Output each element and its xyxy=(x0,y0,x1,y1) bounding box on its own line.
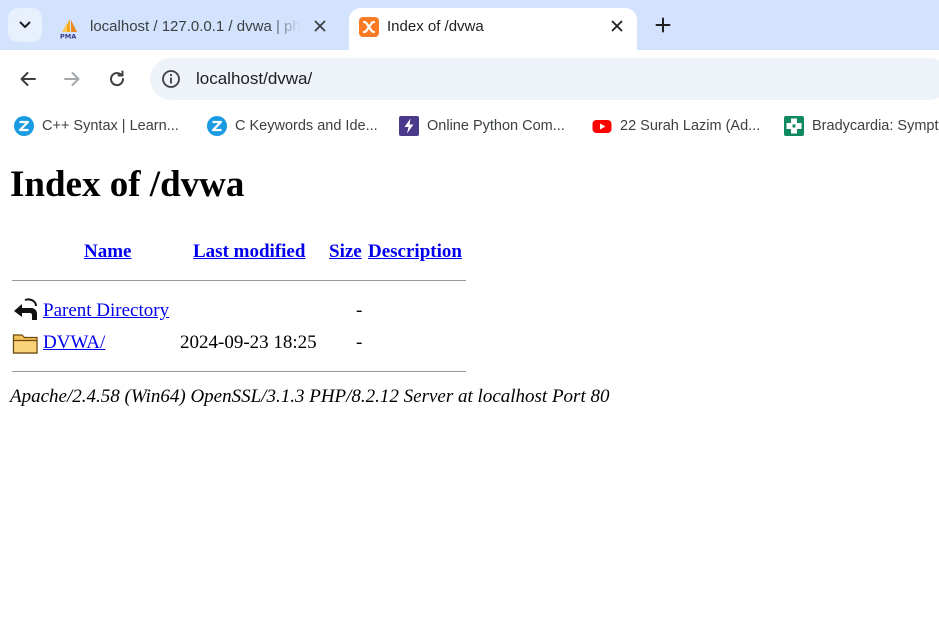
browser-toolbar: localhost/dvwa/ xyxy=(0,50,939,108)
bolt-icon xyxy=(399,116,419,136)
bookmark-label: C Keywords and Ide... xyxy=(235,118,378,134)
bookmark-label: C++ Syntax | Learn... xyxy=(42,118,179,134)
tab-index-of-dvwa[interactable]: Index of /dvwa xyxy=(349,8,637,50)
dvwa-folder-link[interactable]: DVWA/ xyxy=(43,332,105,354)
sort-by-size-link[interactable]: Size xyxy=(329,241,362,262)
arrow-left-icon xyxy=(20,72,36,86)
url-text: localhost/dvwa/ xyxy=(196,69,313,88)
entry-size: - xyxy=(356,300,363,321)
column-header-size[interactable]: Size xyxy=(329,241,362,263)
folder-icon xyxy=(12,334,38,354)
forward-button[interactable] xyxy=(57,64,87,94)
close-tab-button[interactable] xyxy=(606,15,628,37)
chevron-down-icon xyxy=(19,21,31,28)
column-header-description[interactable]: Description xyxy=(368,241,462,263)
server-signature: Apache/2.4.58 (Win64) OpenSSL/3.1.3 PHP/… xyxy=(10,386,610,407)
close-icon xyxy=(314,20,326,32)
page-title: Index of /dvwa xyxy=(10,164,245,205)
reload-icon xyxy=(110,70,125,87)
parent-directory-link[interactable]: Parent Directory xyxy=(43,300,169,322)
site-info-icon[interactable] xyxy=(161,69,181,89)
plus-icon xyxy=(655,17,671,33)
svg-text:PMA: PMA xyxy=(60,33,76,40)
bookmark-surah-lazim[interactable]: 22 Surah Lazim (Ad... xyxy=(592,114,760,138)
bookmark-label: 22 Surah Lazim (Ad... xyxy=(620,118,761,134)
back-button[interactable] xyxy=(13,64,43,94)
page-content: Index of /dvwa Name Last modified Size D… xyxy=(0,145,939,625)
divider xyxy=(12,280,466,281)
tab-phpmyadmin[interactable]: PMA localhost / 127.0.0.1 / dvwa | phpMy… xyxy=(52,8,342,50)
tab-strip: PMA localhost / 127.0.0.1 / dvwa | phpMy… xyxy=(0,0,939,50)
sort-by-name-link[interactable]: Name xyxy=(84,241,131,262)
z-logo-icon xyxy=(14,116,34,136)
pma-sail-icon: PMA xyxy=(60,19,77,40)
youtube-icon xyxy=(592,120,612,133)
tab-title: Index of /dvwa xyxy=(387,18,484,35)
reload-button[interactable] xyxy=(102,64,132,94)
close-icon xyxy=(611,20,623,32)
divider xyxy=(12,371,466,372)
new-tab-button[interactable] xyxy=(649,11,677,39)
bookmarks-bar: C++ Syntax | Learn... C Keywords and Ide… xyxy=(0,108,939,145)
tab-search-button[interactable] xyxy=(8,8,42,42)
entry-size: - xyxy=(356,332,363,353)
bookmark-cpp-syntax[interactable]: C++ Syntax | Learn... xyxy=(14,114,179,138)
sort-by-description-link[interactable]: Description xyxy=(368,241,462,262)
bookmark-c-keywords[interactable]: C Keywords and Ide... xyxy=(207,114,378,138)
arrow-right-icon xyxy=(64,72,80,86)
z-logo-icon xyxy=(207,116,227,136)
bookmark-label: Online Python Com... xyxy=(427,118,565,134)
plus-cross-icon xyxy=(784,116,804,136)
bookmark-label: Bradycardia: Sympt... xyxy=(812,118,939,134)
address-bar[interactable]: localhost/dvwa/ xyxy=(150,58,939,100)
tab-title: localhost / 127.0.0.1 / dvwa | phpMyAdmi… xyxy=(90,18,300,35)
column-header-last-modified[interactable]: Last modified xyxy=(193,241,305,263)
bookmark-online-python[interactable]: Online Python Com... xyxy=(399,114,565,138)
sort-by-last-modified-link[interactable]: Last modified xyxy=(193,241,305,262)
column-header-name[interactable]: Name xyxy=(84,241,131,263)
back-arrow-icon xyxy=(14,298,37,320)
entry-last-modified: 2024-09-23 18:25 xyxy=(180,332,317,353)
close-tab-button[interactable] xyxy=(309,15,331,37)
xampp-icon xyxy=(359,17,379,37)
bookmark-bradycardia[interactable]: Bradycardia: Sympt... xyxy=(784,114,939,138)
